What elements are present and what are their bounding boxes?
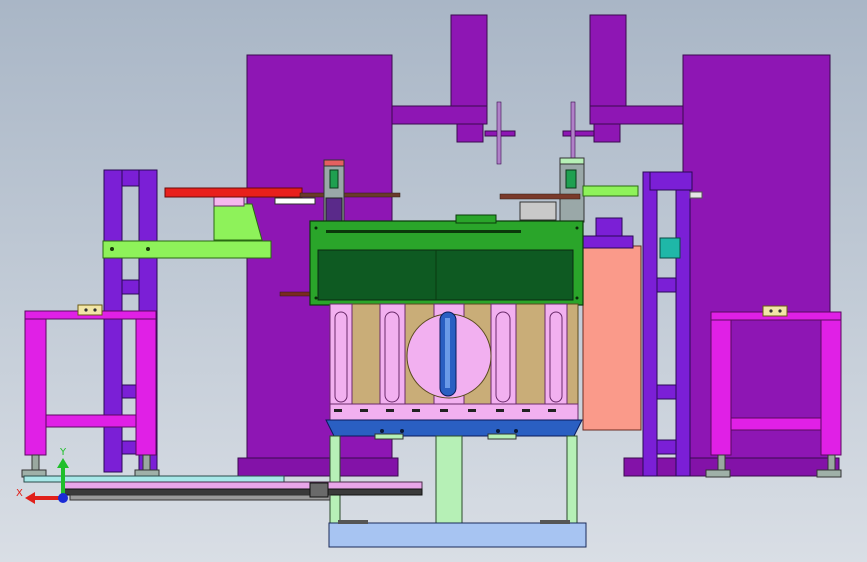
clamp-left — [323, 159, 345, 223]
z-axis-dot — [58, 493, 68, 503]
upper-arm-right — [562, 14, 684, 165]
x-axis-head — [25, 492, 35, 504]
plate-stack — [329, 303, 579, 421]
green-housing — [309, 214, 584, 306]
lime-rail-left — [102, 189, 272, 259]
y-axis-head — [57, 458, 69, 468]
conveyor-rail — [23, 475, 423, 501]
assembly-drawing: Y X — [16, 14, 842, 548]
upper-arm-left — [391, 14, 516, 165]
x-axis-label: X — [16, 488, 23, 499]
cad-viewport[interactable]: Y X — [0, 0, 867, 562]
magenta-stand-left — [21, 304, 160, 478]
y-axis-label: Y — [59, 447, 67, 458]
salmon-panel — [582, 235, 642, 431]
